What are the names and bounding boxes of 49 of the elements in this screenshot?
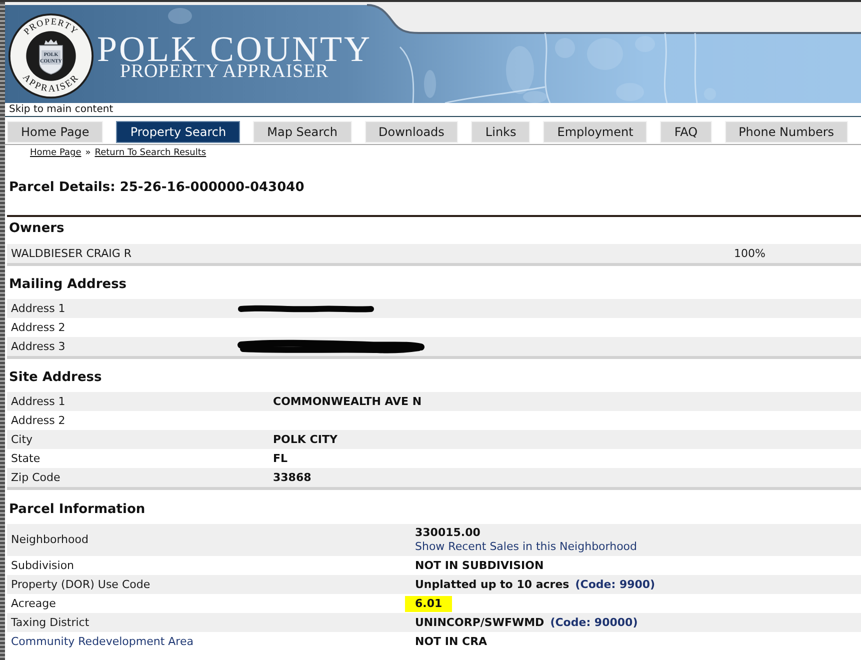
- ownership-share: 100%: [734, 246, 766, 260]
- field-label: Taxing District: [11, 616, 90, 630]
- field-label: Address 3: [11, 340, 66, 354]
- field-value: Unplatted up to 10 acres: [415, 578, 570, 592]
- nav-tab[interactable]: Phone Numbers: [724, 121, 848, 143]
- section-heading: Mailing Address: [9, 276, 127, 294]
- field-label: Address 1: [11, 394, 66, 408]
- breadcrumb-link[interactable]: Return To Search Results: [94, 147, 206, 159]
- field-value: COMMONWEALTH AVE N: [273, 394, 422, 408]
- nav-tab[interactable]: FAQ: [660, 121, 712, 143]
- nav-tab[interactable]: Links: [471, 121, 530, 143]
- crown-icon: [44, 39, 58, 45]
- field-label: Neighborhood: [11, 533, 88, 547]
- breadcrumb-link[interactable]: Home Page: [30, 147, 82, 159]
- field-value: POLK CITY: [273, 432, 338, 446]
- section-heading: Parcel Information: [9, 501, 146, 519]
- field-label: Property (DOR) Use Code: [11, 578, 150, 592]
- nav-tab[interactable]: Property Search: [116, 121, 240, 143]
- field-value: UNINCORP/SWFWMD: [415, 616, 544, 630]
- field-label: Zip Code: [11, 470, 60, 484]
- field-label: City: [11, 432, 33, 446]
- field-value: 33868: [273, 470, 312, 484]
- field-label: Address 1: [11, 302, 66, 316]
- shield-emblem: [39, 45, 63, 75]
- field-value: 330015.00: [415, 526, 480, 540]
- field-label: Acreage: [11, 596, 56, 610]
- field-value: NOT IN SUBDIVISION: [415, 558, 544, 572]
- field-link[interactable]: Community Redevelopment Area: [11, 634, 194, 648]
- skip-link[interactable]: Skip to main content: [9, 104, 114, 116]
- field-value: FL: [273, 452, 288, 466]
- page-title: Parcel Details: 25-26-16-000000-043040: [9, 179, 304, 197]
- nav-tab[interactable]: Home Page: [7, 121, 104, 143]
- field-label: State: [11, 452, 40, 466]
- recent-sales-link[interactable]: Show Recent Sales in this Neighborhood: [415, 540, 638, 554]
- field-value: NOT IN CRA: [415, 634, 488, 648]
- field-value: 6.01: [405, 596, 452, 612]
- code-text: (Code: 9900): [575, 578, 656, 592]
- nav-tab[interactable]: Map Search: [253, 121, 352, 143]
- owner-name: WALDBIESER CRAIG R: [11, 246, 132, 260]
- field-label: Address 2: [11, 414, 66, 428]
- field-label: Address 2: [11, 320, 66, 334]
- code-text: (Code: 90000): [550, 616, 638, 630]
- breadcrumb-separator: »: [85, 147, 91, 159]
- nav-tab[interactable]: Employment: [543, 121, 648, 143]
- nav-tab[interactable]: Downloads: [364, 121, 458, 143]
- section-heading: Owners: [9, 220, 64, 238]
- field-label: Subdivision: [11, 558, 74, 572]
- section-heading: Site Address: [9, 369, 102, 387]
- site-subtitle: PROPERTY APPRAISER: [120, 62, 329, 81]
